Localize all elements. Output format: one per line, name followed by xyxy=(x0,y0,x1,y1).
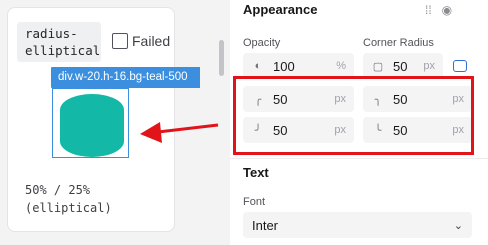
app-root: radius- elliptical Failed div.w-20.h-16.… xyxy=(0,0,488,245)
arrow-head xyxy=(140,122,162,143)
arrow-line xyxy=(157,123,219,134)
annotation-arrow xyxy=(140,122,219,143)
